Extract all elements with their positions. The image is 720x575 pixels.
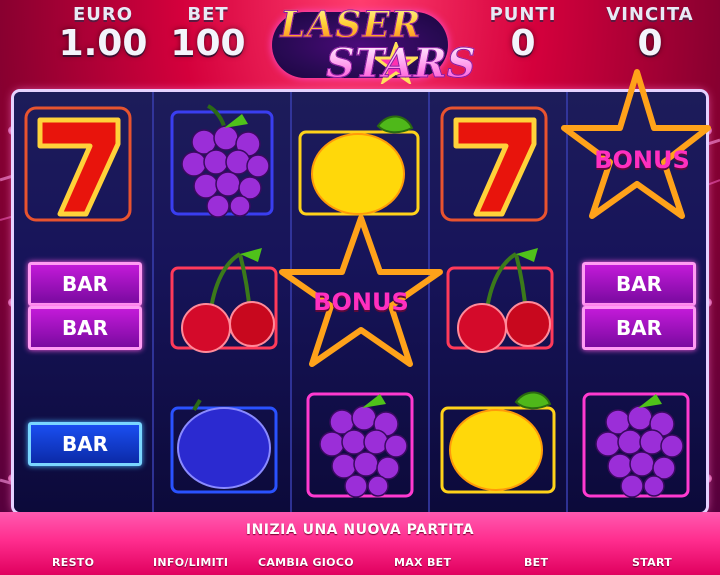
vincita-display: VINCITA 0 <box>590 4 710 63</box>
reel-symbol-bar-double: BAR BAR <box>14 232 152 372</box>
euro-display: EURO 1.00 <box>48 4 158 63</box>
info-limiti-button[interactable]: INFO/LIMITI <box>153 556 228 569</box>
grapes-icon <box>170 104 274 218</box>
reel-3: BONUS <box>279 92 443 512</box>
punti-label: PUNTI <box>489 4 557 25</box>
seven-icon <box>440 106 548 222</box>
reel-symbol-bonus-star: BONUS <box>561 69 711 232</box>
bonus-label: BONUS <box>313 288 409 316</box>
reel-5: BONUS BAR BAR <box>561 69 711 512</box>
reel-symbol-grapes <box>154 92 292 232</box>
laser-stars-logo: LASER STARS <box>262 4 476 88</box>
status-message: INIZIA UNA NUOVA PARTITA <box>245 522 475 538</box>
resto-button[interactable]: RESTO <box>52 556 94 569</box>
reel-symbol-cherries <box>154 232 292 372</box>
euro-label: EURO <box>72 4 134 25</box>
grapes-icon <box>306 392 414 498</box>
bar-symbol: BAR <box>582 306 696 350</box>
bar-symbol: BAR <box>28 306 142 350</box>
vincita-label: VINCITA <box>606 4 694 25</box>
reel-4 <box>430 92 568 512</box>
punti-display: PUNTI 0 <box>478 4 568 63</box>
reel-symbol-bonus-star: BONUS <box>279 215 443 372</box>
bar-symbol: BAR <box>28 262 142 306</box>
plum-icon <box>170 398 278 494</box>
reel-symbol-seven <box>14 92 152 232</box>
reel-symbol-grapes <box>292 372 430 512</box>
reel-2 <box>154 92 292 512</box>
bet-display: BET 100 <box>166 4 250 63</box>
lemon-icon <box>440 391 556 494</box>
max-bet-button[interactable]: MAX BET <box>394 556 451 569</box>
grapes-icon <box>582 392 690 498</box>
bet-value: 100 <box>170 23 246 64</box>
lemon-icon <box>298 115 420 216</box>
punti-value: 0 <box>510 23 536 64</box>
reel-symbol-bar-double: BAR BAR <box>568 232 706 372</box>
cherries-icon <box>446 248 554 353</box>
cambia-gioco-button[interactable]: CAMBIA GIOCO <box>258 556 354 569</box>
top-bar: EURO 1.00 BET 100 LASER STARS PUNTI 0 VI… <box>0 0 720 92</box>
bar-symbol: BAR <box>28 422 142 466</box>
reel-symbol-bar-single: BAR <box>14 372 152 512</box>
start-button[interactable]: START <box>632 556 672 569</box>
reel-symbol-grapes <box>568 372 706 512</box>
reel-symbol-plum <box>154 372 292 512</box>
seven-icon <box>24 106 132 222</box>
reel-symbol-lemon <box>430 372 568 512</box>
bonus-label: BONUS <box>594 146 690 174</box>
reel-area: BAR BAR BAR BONUS BONUS BAR BAR <box>14 69 711 512</box>
reel-symbol-seven <box>430 92 568 232</box>
reel-1: BAR BAR BAR <box>14 92 152 512</box>
bet-button[interactable]: BET <box>524 556 548 569</box>
reel-symbol-lemon <box>292 92 430 232</box>
logo-word-stars: STARS <box>326 40 477 88</box>
bet-label: BET <box>187 4 229 25</box>
cherries-icon <box>170 248 278 353</box>
reel-symbol-cherries <box>430 232 568 372</box>
bar-symbol: BAR <box>582 262 696 306</box>
vincita-value: 0 <box>637 23 663 64</box>
euro-value: 1.00 <box>58 23 148 64</box>
